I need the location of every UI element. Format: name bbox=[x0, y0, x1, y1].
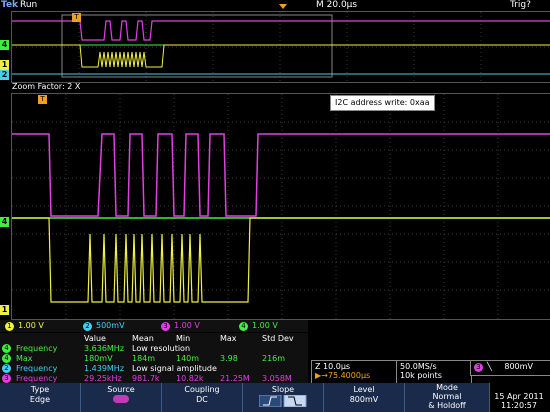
menu-slope-label: Slope bbox=[271, 385, 295, 394]
zoom-timebase-readout[interactable]: Z 10.0µs ▶→75.4000µs bbox=[311, 360, 399, 384]
trigger-position-marker[interactable]: T bbox=[72, 13, 81, 22]
trigger-slope-icon: ╲ bbox=[487, 362, 492, 371]
softkey-menu: Type Edge Source Coupling DC Slope Level… bbox=[0, 383, 490, 412]
trigger-source-badge: 3 bbox=[474, 363, 483, 372]
measurement-note: Low signal amplitude bbox=[132, 364, 217, 373]
measurement-row: 2 Frequency 1.439MHz Low signal amplitud… bbox=[2, 364, 306, 373]
menu-type-button[interactable]: Type Edge bbox=[0, 383, 81, 412]
menu-coupling-label: Coupling bbox=[184, 385, 220, 394]
menu-mode-button[interactable]: Mode Normal & Holdoff bbox=[405, 383, 490, 412]
measurement-max: 3.98 bbox=[220, 354, 238, 363]
trigger-level: 800mV bbox=[504, 362, 533, 371]
measurement-row: 4 Frequency 3.636MHz Low resolution bbox=[2, 344, 306, 353]
trigger-status: Trig? bbox=[510, 0, 531, 10]
timebase-readout: M 20.0µs bbox=[316, 0, 358, 10]
channel-3-badge: 3 bbox=[161, 322, 170, 331]
zoom-trigger-marker[interactable]: T bbox=[38, 95, 47, 104]
channel-readouts: 1 1.00 V 2 500mV 3 1.00 V 4 1.00 V bbox=[0, 320, 308, 332]
measurement-max: 21.25M bbox=[220, 374, 250, 383]
status-bar: Tek Run M 20.0µs Trig? bbox=[0, 0, 550, 11]
measurement-min: 140m bbox=[176, 354, 200, 363]
channel-1-scale: 1.00 V bbox=[18, 321, 44, 330]
zoom-factor-label: Zoom Factor: 2 X bbox=[12, 82, 81, 91]
ch4-marker[interactable]: 4 bbox=[0, 217, 9, 227]
menu-level-label: Level bbox=[353, 385, 375, 394]
sample-rate-readout[interactable]: 50.0MS/s 10k points bbox=[396, 360, 472, 384]
measurement-header: Value Mean Min Max Std Dev bbox=[2, 334, 306, 343]
date-time: 15 Apr 2011 11:20:57 bbox=[490, 392, 548, 411]
trigger-readout[interactable]: 3 ╲ 800mV bbox=[470, 360, 550, 376]
brand-logo: Tek bbox=[1, 0, 19, 10]
measurement-std-dev: 216m bbox=[262, 354, 286, 363]
channel-2-scale: 500mV bbox=[96, 321, 125, 330]
ch1-marker[interactable]: 1 bbox=[0, 305, 9, 315]
menu-mode-value: Normal bbox=[432, 392, 462, 401]
channel-1-badge: 1 bbox=[5, 322, 14, 331]
channel-4-badge: 4 bbox=[239, 322, 248, 331]
ch4-marker-overview[interactable]: 4 bbox=[0, 40, 9, 50]
measurement-name: Frequency bbox=[16, 364, 58, 373]
channel-4-readout[interactable]: 4 1.00 V bbox=[236, 321, 310, 331]
measurement-value: 29.25kHz bbox=[84, 374, 122, 383]
header-mean: Mean bbox=[132, 334, 154, 343]
channel-4-scale: 1.00 V bbox=[252, 321, 278, 330]
menu-mode-holdoff: & Holdoff bbox=[428, 401, 466, 410]
measurement-value: 180mV bbox=[84, 354, 113, 363]
measurement-table: Value Mean Min Max Std Dev 4 Frequency 3… bbox=[0, 333, 308, 383]
menu-coupling-button[interactable]: Coupling DC bbox=[162, 383, 243, 412]
header-min: Min bbox=[176, 334, 191, 343]
menu-source-label: Source bbox=[107, 385, 135, 394]
measurement-name: Frequency bbox=[16, 374, 58, 383]
time: 11:20:57 bbox=[501, 401, 537, 410]
measurement-mean: 184m bbox=[132, 354, 156, 363]
menu-level-value: 800mV bbox=[349, 395, 379, 404]
overview-waveforms bbox=[12, 12, 550, 82]
source-channel-3-icon bbox=[113, 395, 129, 403]
channel-1-readout[interactable]: 1 1.00 V bbox=[2, 321, 76, 331]
measurement-std-dev: 3.058M bbox=[262, 374, 292, 383]
ch1-marker-overview[interactable]: 1 bbox=[0, 60, 9, 70]
zoom-bar: Zoom Factor: 2 X bbox=[0, 82, 550, 92]
measurement-name: Max bbox=[16, 354, 33, 363]
measurement-value: 3.636MHz bbox=[84, 344, 125, 353]
annotation-label: I2C address write: 0xaa bbox=[330, 95, 435, 111]
menu-source-button[interactable]: Source bbox=[81, 383, 162, 412]
measurement-note: Low resolution bbox=[132, 344, 191, 353]
measurement-channel-badge: 2 bbox=[2, 364, 11, 373]
zoom-graticule[interactable] bbox=[11, 93, 550, 320]
acquisition-status: Run bbox=[20, 0, 38, 10]
trigger-point-marker[interactable] bbox=[279, 4, 287, 9]
measurement-min: 10.82k bbox=[176, 374, 204, 383]
header-max: Max bbox=[220, 334, 237, 343]
ch2-marker-overview[interactable]: 2 bbox=[0, 70, 9, 80]
header-value: Value bbox=[84, 334, 106, 343]
measurement-channel-badge: 4 bbox=[2, 344, 11, 353]
zoom-scale: Z 10.0µs bbox=[315, 362, 351, 371]
date: 15 Apr 2011 bbox=[494, 392, 544, 401]
zoom-position: ▶→75.4000µs bbox=[315, 371, 371, 380]
menu-mode-label: Mode bbox=[436, 383, 458, 392]
measurement-row: 3 Frequency 29.25kHz 981.7k 10.82k 21.25… bbox=[2, 374, 306, 383]
zoom-waveforms bbox=[12, 94, 550, 319]
channel-3-scale: 1.00 V bbox=[174, 321, 200, 330]
measurement-channel-badge: 4 bbox=[2, 354, 11, 363]
menu-level-button[interactable]: Level 800mV bbox=[324, 383, 405, 412]
overview-graticule[interactable] bbox=[11, 11, 550, 83]
measurement-row: 4 Max 180mV 184m 140m 3.98 216m bbox=[2, 354, 306, 363]
channel-2-badge: 2 bbox=[83, 322, 92, 331]
menu-coupling-value: DC bbox=[196, 395, 208, 404]
measurement-channel-badge: 3 bbox=[2, 374, 11, 383]
measurement-name: Frequency bbox=[16, 344, 58, 353]
measurement-mean: 981.7k bbox=[132, 374, 160, 383]
record-length: 10k points bbox=[400, 371, 442, 380]
channel-2-readout[interactable]: 2 500mV bbox=[80, 321, 154, 331]
header-std-dev: Std Dev bbox=[262, 334, 294, 343]
measurement-value: 1.439MHz bbox=[84, 364, 125, 373]
menu-type-value: Edge bbox=[29, 395, 51, 404]
slope-selector-icon bbox=[258, 394, 307, 408]
menu-type-label: Type bbox=[30, 385, 50, 394]
sample-rate: 50.0MS/s bbox=[400, 362, 437, 371]
menu-slope-button[interactable]: Slope bbox=[243, 383, 324, 412]
channel-3-readout[interactable]: 3 1.00 V bbox=[158, 321, 232, 331]
